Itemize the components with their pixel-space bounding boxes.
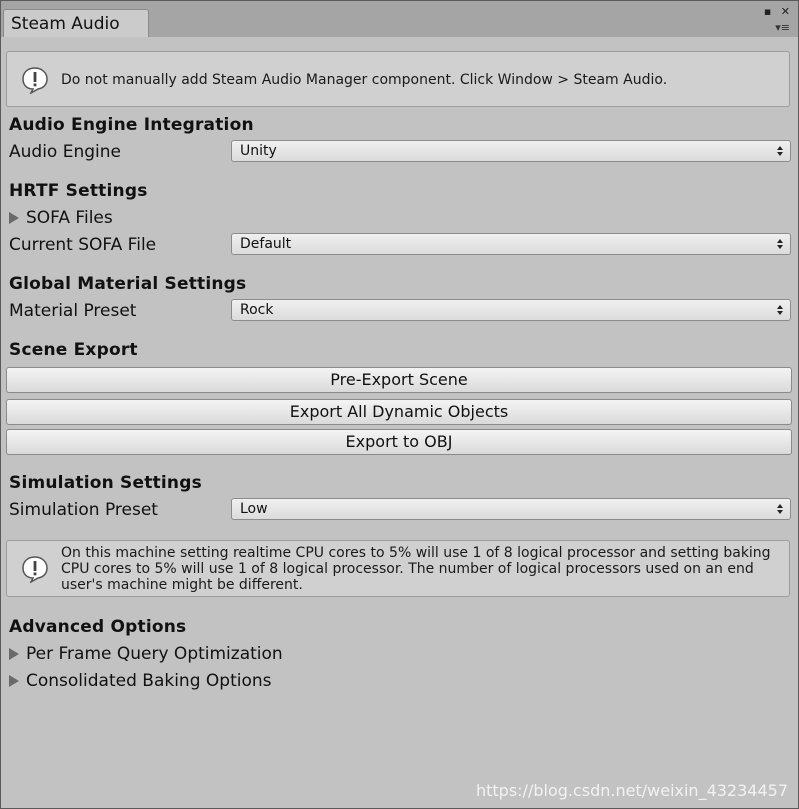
cpu-info-line-3: user's machine might be different. xyxy=(61,577,303,593)
dropdown-arrows-icon xyxy=(777,239,783,249)
tab-steam-audio[interactable]: Steam Audio xyxy=(3,9,149,37)
foldout-arrow-icon xyxy=(9,212,19,224)
consolidated-baking-label: Consolidated Baking Options xyxy=(26,671,272,691)
section-header-hrtf: HRTF Settings xyxy=(9,181,148,201)
manager-warning-box: Do not manually add Steam Audio Manager … xyxy=(6,51,790,107)
dropdown-arrows-icon xyxy=(777,305,783,315)
context-menu-icon[interactable]: ▾≡ xyxy=(775,21,790,34)
cpu-info-box: On this machine setting realtime CPU cor… xyxy=(6,540,790,597)
consolidated-baking-foldout[interactable]: Consolidated Baking Options xyxy=(9,671,272,691)
steam-audio-window: Steam Audio ▪ ✕ ▾≡ Do not manually add S… xyxy=(0,0,799,809)
sofa-files-label: SOFA Files xyxy=(26,208,113,228)
tab-bar: Steam Audio ▪ ✕ ▾≡ xyxy=(1,1,798,37)
cpu-info-line-2: CPU cores to 5% will use 1 of 8 logical … xyxy=(61,561,754,577)
audio-engine-value: Unity xyxy=(240,143,277,159)
section-header-simulation: Simulation Settings xyxy=(9,473,202,493)
material-preset-label: Material Preset xyxy=(9,301,137,321)
pre-export-scene-button[interactable]: Pre-Export Scene xyxy=(6,367,792,393)
audio-engine-dropdown[interactable]: Unity xyxy=(231,140,791,162)
watermark-text: https://blog.csdn.net/weixin_43234457 xyxy=(475,781,788,800)
simulation-preset-value: Low xyxy=(240,501,268,517)
dropdown-arrows-icon xyxy=(777,146,783,156)
info-bubble-icon xyxy=(22,67,48,94)
section-header-audio-engine: Audio Engine Integration xyxy=(9,115,254,135)
inspector-content: Do not manually add Steam Audio Manager … xyxy=(1,37,798,808)
export-obj-button[interactable]: Export to OBJ xyxy=(6,429,792,455)
audio-engine-label: Audio Engine xyxy=(9,142,121,162)
foldout-arrow-icon xyxy=(9,675,19,687)
export-dynamic-objects-button[interactable]: Export All Dynamic Objects xyxy=(6,399,792,425)
dropdown-arrows-icon xyxy=(777,504,783,514)
manager-warning-text: Do not manually add Steam Audio Manager … xyxy=(61,72,668,88)
per-frame-query-label: Per Frame Query Optimization xyxy=(26,644,283,664)
sofa-files-foldout[interactable]: SOFA Files xyxy=(9,208,113,228)
window-controls: ▪ ✕ xyxy=(758,5,790,18)
current-sofa-value: Default xyxy=(240,236,292,252)
close-icon[interactable]: ✕ xyxy=(781,5,790,18)
maximize-icon[interactable]: ▪ xyxy=(764,5,771,18)
simulation-preset-label: Simulation Preset xyxy=(9,500,158,520)
foldout-arrow-icon xyxy=(9,648,19,660)
current-sofa-label: Current SOFA File xyxy=(9,235,157,255)
material-preset-value: Rock xyxy=(240,302,274,318)
current-sofa-dropdown[interactable]: Default xyxy=(231,233,791,255)
info-bubble-icon xyxy=(22,556,48,583)
simulation-preset-dropdown[interactable]: Low xyxy=(231,498,791,520)
section-header-advanced: Advanced Options xyxy=(9,617,187,637)
per-frame-query-foldout[interactable]: Per Frame Query Optimization xyxy=(9,644,283,664)
section-header-global-material: Global Material Settings xyxy=(9,274,247,294)
material-preset-dropdown[interactable]: Rock xyxy=(231,299,791,321)
cpu-info-text: On this machine setting realtime CPU cor… xyxy=(61,545,775,593)
cpu-info-line-1: On this machine setting realtime CPU cor… xyxy=(61,545,771,561)
section-header-scene-export: Scene Export xyxy=(9,340,138,360)
